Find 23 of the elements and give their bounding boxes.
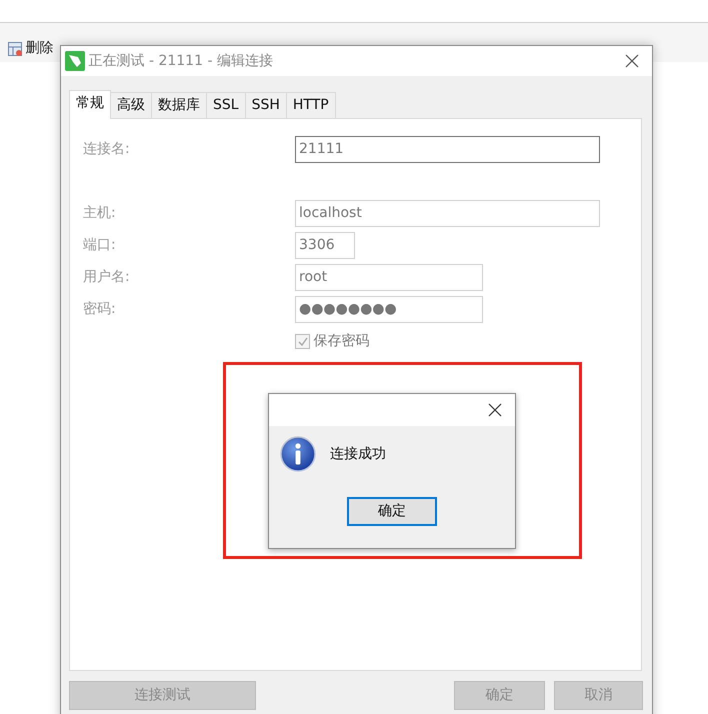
checkmark-icon xyxy=(296,336,308,346)
field-label: 端口: xyxy=(83,236,117,254)
ok-button[interactable]: 确定 xyxy=(347,497,437,526)
checkbox-label: 保存密码 xyxy=(314,332,370,350)
tab[interactable]: HTTP xyxy=(286,92,336,118)
input-field[interactable]: localhost xyxy=(295,200,600,226)
message-text: 连接成功 xyxy=(330,444,386,464)
field-label: 用户名: xyxy=(83,268,131,286)
tab[interactable]: 常规 xyxy=(69,90,111,119)
field-label: 密码: xyxy=(83,300,117,318)
field-label: 连接名: xyxy=(83,140,131,158)
close-icon xyxy=(625,54,639,68)
input-field[interactable]: ●●●●●●●● xyxy=(295,296,483,322)
field-label: 主机: xyxy=(83,204,117,222)
input-field[interactable]: 21111 xyxy=(295,136,600,162)
info-icon xyxy=(280,436,316,472)
input-field[interactable]: 3306 xyxy=(295,232,355,258)
app-logo-icon xyxy=(65,51,85,71)
toolbar-item[interactable]: 删除 xyxy=(26,38,54,59)
table-icon xyxy=(8,42,22,56)
close-icon xyxy=(488,403,502,417)
input-field[interactable]: root xyxy=(295,264,483,290)
window-title: 正在测试 - 21111 - 编辑连接 xyxy=(88,52,274,70)
